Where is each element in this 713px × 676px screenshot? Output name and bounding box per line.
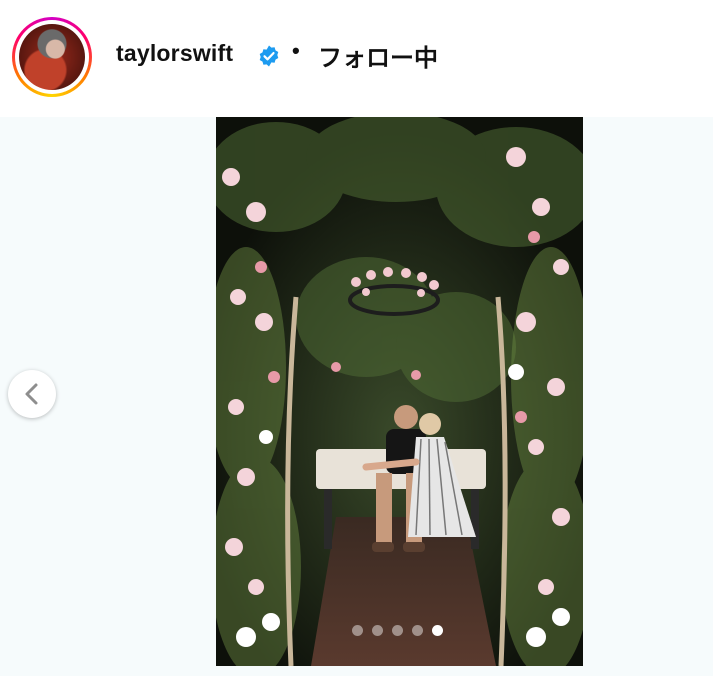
- verified-badge-icon: [259, 45, 279, 67]
- separator: •: [292, 38, 300, 63]
- carousel-dot-active: [432, 625, 443, 636]
- avatar[interactable]: [19, 24, 85, 90]
- carousel-dot: [352, 625, 363, 636]
- story-ring[interactable]: [12, 17, 92, 97]
- photo-image: [216, 117, 583, 666]
- username-link[interactable]: taylorswift: [116, 40, 233, 67]
- previous-slide-button[interactable]: [8, 370, 56, 418]
- avatar-border: [15, 20, 89, 94]
- carousel-dot: [392, 625, 403, 636]
- post-photo[interactable]: [216, 117, 583, 666]
- carousel-dot: [412, 625, 423, 636]
- chevron-left-icon: [25, 383, 38, 405]
- post-header: taylorswift • フォロー中: [0, 0, 713, 117]
- carousel-dot: [372, 625, 383, 636]
- media-carousel: [0, 117, 713, 676]
- following-button[interactable]: フォロー中: [318, 38, 438, 73]
